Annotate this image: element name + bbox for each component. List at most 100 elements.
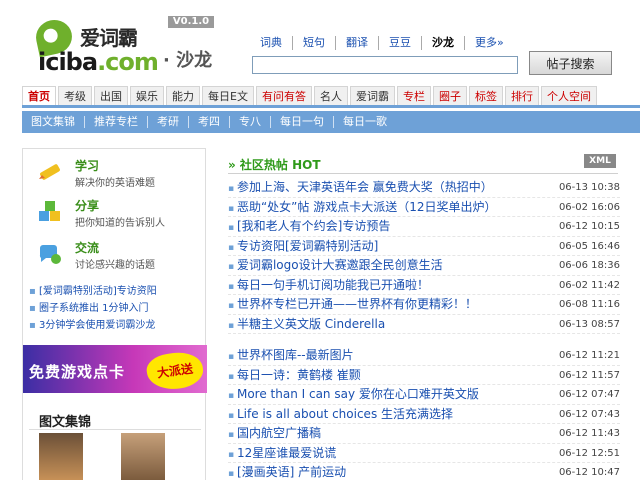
post-title-link[interactable]: 每日一句手机订阅功能我已开通啦！ [228,276,429,297]
list-item[interactable]: [漫画英语] 产前运动 06-12 10:47 [228,463,620,480]
tab-circles[interactable]: 圈子 [432,86,467,105]
post-title-link[interactable]: Life is all about choices 生活充满选择 [228,405,453,426]
list-item[interactable]: More than I can say 爱你在心口难开英文版 06-12 07:4… [228,385,620,405]
list-item[interactable]: [我和老人有个约会]专访预告 06-12 10:15 [228,217,620,237]
post-title-link[interactable]: 半糖主义英文版 Cinderella [228,315,385,336]
free-game-card-banner[interactable]: 免费游戏点卡 大派送 [23,345,207,393]
list-item[interactable]: 每日一诗：黄鹤楼 崔颢 06-12 11:57 [228,366,620,387]
list-item[interactable]: 每日一句手机订阅功能我已开通啦！ 06-02 11:42 [228,276,620,297]
header: 爱词霸 iciba.com V0.1.0 · 沙龙 词典 短句 翻译 豆豆 沙龙… [0,0,640,82]
tab-iciba[interactable]: 爱词霸 [349,86,395,105]
topnav-doudou[interactable]: 豆豆 [379,36,422,50]
post-title-link[interactable]: 恶助“处女”帖 游戏点卡大派送（12日奖单出炉） [228,198,497,219]
topnav-translate[interactable]: 翻译 [336,36,379,50]
search-input[interactable] [252,56,518,74]
subnav-zhuanba[interactable]: 专八 [230,116,271,128]
list-item[interactable]: 12星座谁最爱说谎 06-12 12:51 [228,444,620,465]
service-desc: 把你知道的告诉别人 [75,218,165,229]
tab-daily-english[interactable]: 每日E文 [202,86,254,105]
post-title-link[interactable]: 12星座谁最爱说谎 [228,444,336,465]
tab-personal-space[interactable]: 个人空间 [540,86,597,105]
subnav-gallery[interactable]: 图文集锦 [22,116,85,128]
service-share[interactable]: 分享 把你知道的告诉别人 [37,197,197,233]
tab-exams[interactable]: 考级 [58,86,92,105]
subnav-recommended-columns[interactable]: 推荐专栏 [85,116,148,128]
post-date: 06-06 18:36 [558,260,620,271]
section-title: · 沙龙 [163,50,213,71]
list-item[interactable]: Life is all about choices 生活充满选择 06-12 07… [228,405,620,426]
chat-bubble-icon [39,245,61,264]
divider [29,429,201,430]
main-nav: 首页 考级 出国 娱乐 能力 每日E文 有问有答 名人 爱词霸 专栏 圈子 标签… [22,86,640,108]
tab-celebrities[interactable]: 名人 [313,86,348,105]
service-title: 学习 [75,159,100,173]
post-date: 06-12 11:21 [558,350,620,361]
gallery-thumbnail[interactable] [121,433,165,480]
topnav-dictionary[interactable]: 词典 [250,36,293,50]
post-date: 06-12 10:15 [558,221,620,232]
post-date: 06-13 08:57 [558,318,620,330]
list-item[interactable]: 恶助“处女”帖 游戏点卡大派送（12日奖单出炉） 06-02 16:06 [228,198,620,219]
list-item[interactable]: 半糖主义英文版 Cinderella 06-13 08:57 [228,315,620,336]
tab-columns[interactable]: 专栏 [396,86,431,105]
post-date: 06-12 07:43 [558,408,620,420]
post-date: 06-12 11:43 [558,428,620,439]
tab-entertainment[interactable]: 娱乐 [130,86,164,105]
xml-feed-button[interactable]: XML [584,154,616,168]
post-date: 06-12 07:47 [558,389,620,400]
post-title-link[interactable]: 世界杯专栏已开通——世界杯有你更精彩！！ [228,295,477,316]
sidebar-link[interactable]: 圈子系统推出 1分钟入门 [29,300,205,317]
gallery-thumbnail[interactable] [39,433,83,480]
subnav-kaosi[interactable]: 考四 [189,116,230,128]
service-title: 分享 [75,199,100,213]
sidebar-link[interactable]: 3分钟学会使用爱词霸沙龙 [29,317,205,334]
list-item[interactable]: 专访资阳[爱词霸特别活动] 06-05 16:46 [228,237,620,258]
subnav-kaoyan[interactable]: 考研 [148,116,189,128]
pencil-icon [39,164,60,180]
post-date: 06-05 16:46 [558,240,620,252]
post-title-link[interactable]: 世界杯图库--最新图片 [228,346,354,367]
service-desc: 讨论感兴趣的话题 [75,260,155,271]
post-title-link[interactable]: [我和老人有个约会]专访预告 [228,217,390,238]
banner-badge: 大派送 [144,349,206,393]
tab-tags[interactable]: 标签 [468,86,503,105]
post-title-link[interactable]: 每日一诗：黄鹤楼 崔颢 [228,366,361,387]
service-learn[interactable]: 学习 解决你的英语难题 [37,157,197,193]
divider [228,173,618,174]
service-communicate[interactable]: 交流 讨论感兴趣的话题 [37,239,197,275]
post-title-link[interactable]: More than I can say 爱你在心口难开英文版 [228,385,479,406]
post-title-link[interactable]: [漫画英语] 产前运动 [228,463,346,480]
topnav-salon[interactable]: 沙龙 [422,36,465,50]
post-date: 06-12 12:51 [558,447,620,459]
sidebar-links: [爱词霸特别活动]专访资阳 圈子系统推出 1分钟入门 3分钟学会使用爱词霸沙龙 [29,283,205,334]
list-item[interactable]: 世界杯图库--最新图片 06-12 11:21 [228,346,620,366]
subnav-daily-song[interactable]: 每日一歌 [334,116,396,128]
service-desc: 解决你的英语难题 [75,178,155,189]
sidebar-link[interactable]: [爱词霸特别活动]专访资阳 [29,283,205,300]
hot-posts-title: » 社区热帖 HOT [228,158,321,172]
post-title-link[interactable]: 国内航空广播稿 [228,424,321,445]
list-item[interactable]: 世界杯专栏已开通——世界杯有你更精彩！！ 06-08 11:16 [228,295,620,315]
post-date: 06-08 11:16 [558,299,620,310]
tab-skills[interactable]: 能力 [166,86,200,105]
subnav-daily-sentence[interactable]: 每日一句 [271,116,334,128]
tab-qa[interactable]: 有问有答 [255,86,312,105]
tab-ranking[interactable]: 排行 [504,86,539,105]
post-title-link[interactable]: 参加上海、天津英语年会 赢免费大奖（热招中） [228,178,493,199]
tab-abroad[interactable]: 出国 [94,86,128,105]
list-item[interactable]: 参加上海、天津英语年会 赢免费大奖（热招中） 06-13 10:38 [228,178,620,198]
version-badge: V0.1.0 [168,16,214,28]
list-item[interactable]: 爱词霸logo设计大赛邀跟全民创意生活 06-06 18:36 [228,256,620,276]
post-date: 06-02 16:06 [558,201,620,213]
post-date: 06-12 10:47 [558,467,620,478]
post-search-button[interactable]: 帖子搜索 [529,51,612,75]
post-title-link[interactable]: 专访资阳[爱词霸特别活动] [228,237,378,258]
post-date: 06-02 11:42 [558,279,620,291]
topnav-more[interactable]: 更多» [465,36,514,50]
tab-home[interactable]: 首页 [22,86,56,105]
hot-posts-panel: » 社区热帖 HOT XML 参加上海、天津英语年会 赢免费大奖（热招中） 06-… [224,148,620,480]
post-title-link[interactable]: 爱词霸logo设计大赛邀跟全民创意生活 [228,256,443,277]
topnav-sentences[interactable]: 短句 [293,36,336,50]
iciba-logo[interactable]: 爱词霸 iciba.com [32,14,166,76]
list-item[interactable]: 国内航空广播稿 06-12 11:43 [228,424,620,444]
